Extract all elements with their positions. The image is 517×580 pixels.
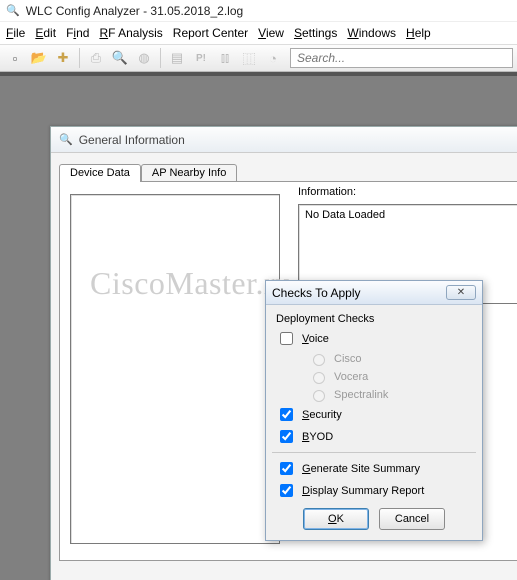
checkbox-generate-site-summary[interactable] [280,462,293,475]
general-information-titlebar[interactable]: 🔍 General Information [51,127,517,153]
label-byod[interactable]: BYOD [302,431,333,443]
deployment-checks-label: Deployment Checks [276,313,472,325]
toolbar-bars-icon[interactable]: ⫾⫾ [214,47,236,69]
toolbar-separator [79,48,80,68]
checks-to-apply-dialog: Checks To Apply ✕ Deployment Checks Voic… [265,280,483,541]
toolbar-chart1-icon[interactable]: ▤ [166,47,188,69]
general-information-title: General Information [79,133,185,147]
menu-find[interactable]: Find [66,26,89,40]
menu-view[interactable]: View [258,26,284,40]
separator [272,452,476,453]
row-display-summary-report: Display Summary Report [276,481,472,500]
toolbar-pie-icon[interactable]: ◔ [262,47,284,69]
menu-windows[interactable]: Windows [347,26,396,40]
dialog-titlebar[interactable]: Checks To Apply ✕ [266,281,482,305]
information-label: Information: [298,186,356,198]
menu-help[interactable]: Help [406,26,431,40]
row-voice-spectralink: Spectralink [308,387,472,402]
close-icon: ✕ [457,288,465,298]
tab-device-data[interactable]: Device Data [59,164,141,182]
toolbar-open-icon[interactable]: 📂 [28,47,50,69]
label-vocera: Vocera [334,371,368,383]
close-button[interactable]: ✕ [446,285,476,300]
dialog-title: Checks To Apply [272,286,361,300]
label-spectralink: Spectralink [334,389,388,401]
search-input[interactable] [290,48,513,68]
menu-edit[interactable]: Edit [35,26,56,40]
label-voice[interactable]: Voice [302,333,329,345]
window-titlebar: 🔍 WLC Config Analyzer - 31.05.2018_2.log [0,0,517,22]
checkbox-display-summary-report[interactable] [280,484,293,497]
toolbar: ▫ 📂 ✚ ⎙ 🔍 ◍ ▤ P! ⫾⫾ ⿲ ◔ [0,44,517,72]
ok-button[interactable]: OK [303,508,369,530]
row-voice-vocera: Vocera [308,369,472,384]
checkbox-security[interactable] [280,408,293,421]
toolbar-preview-icon[interactable]: 🔍 [109,47,131,69]
row-byod: BYOD [276,427,472,446]
toolbar-new-icon[interactable]: ▫ [4,47,26,69]
app-icon: 🔍 [6,4,20,17]
menu-file[interactable]: File [6,26,25,40]
radio-spectralink [313,390,325,402]
device-list-box[interactable] [70,194,280,544]
radio-vocera [313,372,325,384]
menu-report-center[interactable]: Report Center [173,26,248,40]
label-display-summary-report[interactable]: Display Summary Report [302,485,424,497]
tabs: Device Data AP Nearby Info [59,159,517,181]
row-security: Security [276,405,472,424]
information-text: No Data Loaded [305,209,385,221]
row-voice-cisco: Cisco [308,351,472,366]
toolbar-separator [160,48,161,68]
toolbar-globe-icon[interactable]: ◍ [133,47,155,69]
label-generate-site-summary[interactable]: Generate Site Summary [302,463,420,475]
checkbox-byod[interactable] [280,430,293,443]
cancel-button[interactable]: Cancel [379,508,445,530]
menu-rf-analysis[interactable]: RF Analysis [99,26,162,40]
label-cisco: Cisco [334,353,362,365]
label-security[interactable]: Security [302,409,342,421]
row-generate-site-summary: Generate Site Summary [276,459,472,478]
checkbox-voice[interactable] [280,332,293,345]
toolbar-chart2-icon[interactable]: ⿲ [238,47,260,69]
toolbar-p-icon[interactable]: P! [190,47,212,69]
magnifier-icon: 🔍 [59,133,73,146]
menu-settings[interactable]: Settings [294,26,337,40]
tab-ap-nearby-info[interactable]: AP Nearby Info [141,164,237,182]
toolbar-print-icon[interactable]: ⎙ [85,47,107,69]
window-title: WLC Config Analyzer - 31.05.2018_2.log [26,4,243,18]
menubar: File Edit Find RF Analysis Report Center… [0,22,517,44]
dialog-body: Deployment Checks Voice Cisco Vocera Spe… [266,305,482,540]
toolbar-add-icon[interactable]: ✚ [52,47,74,69]
radio-cisco [313,354,325,366]
row-voice: Voice [276,329,472,348]
dialog-buttons: OK Cancel [276,508,472,530]
